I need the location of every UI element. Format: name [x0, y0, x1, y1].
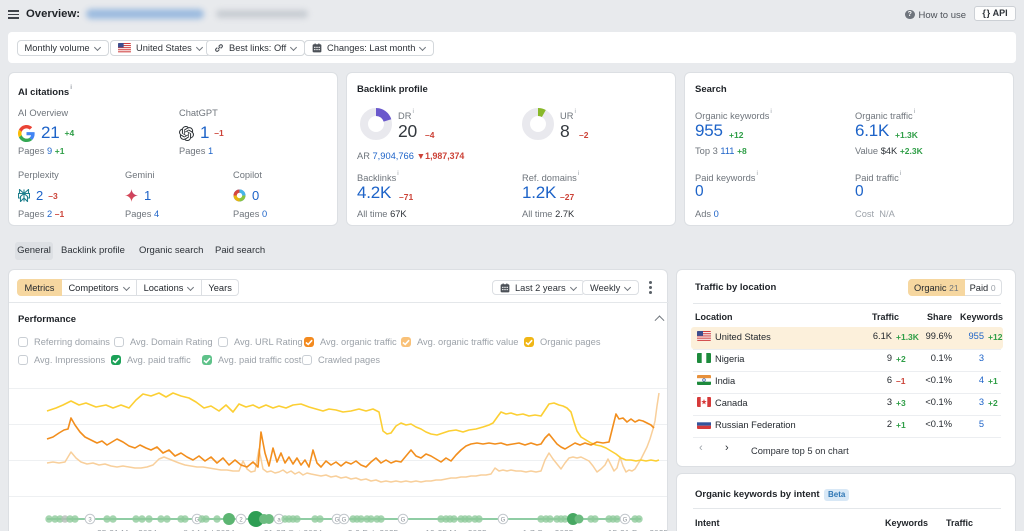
svg-text:G: G — [623, 518, 628, 524]
svg-text:G: G — [342, 518, 347, 524]
svg-text:G: G — [401, 518, 406, 524]
svg-text:G: G — [501, 518, 506, 524]
